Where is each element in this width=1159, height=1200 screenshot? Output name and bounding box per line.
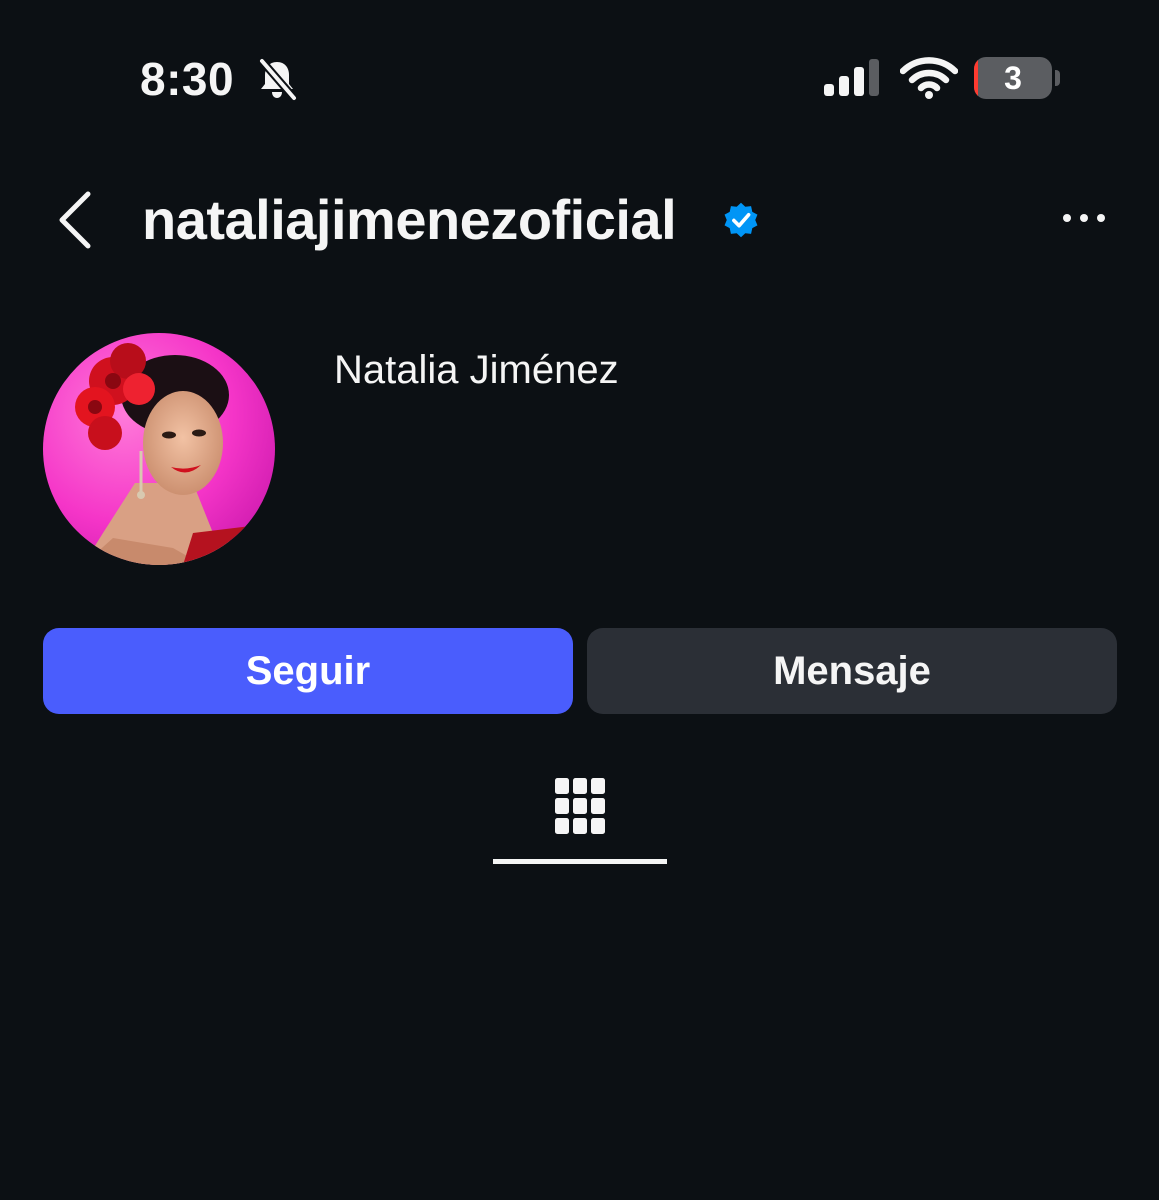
chevron-left-icon [59,191,91,249]
more-options-button[interactable] [1058,200,1110,236]
grid-icon [555,778,605,834]
follow-button[interactable]: Seguir [43,628,573,714]
back-button[interactable] [50,186,102,254]
message-button-label: Mensaje [773,649,931,693]
active-tab-indicator [493,859,667,864]
follow-button-label: Seguir [245,649,371,693]
battery-indicator: 3 [974,57,1062,99]
profile-display-name: Natalia Jiménez [334,348,619,392]
profile-photo [43,333,275,565]
ellipsis-icon [1063,214,1105,222]
wifi-icon [900,57,958,99]
status-time: 8:30 [140,53,235,105]
verified-badge-icon [724,202,758,238]
tab-posts-grid[interactable] [493,770,667,866]
message-button[interactable]: Mensaje [587,628,1117,714]
profile-username: nataliajimenezoficial [142,188,677,251]
bell-slash-icon [258,57,298,101]
battery-percentage: 3 [1004,60,1022,96]
avatar[interactable] [43,333,275,565]
cellular-signal-icon [824,59,879,96]
